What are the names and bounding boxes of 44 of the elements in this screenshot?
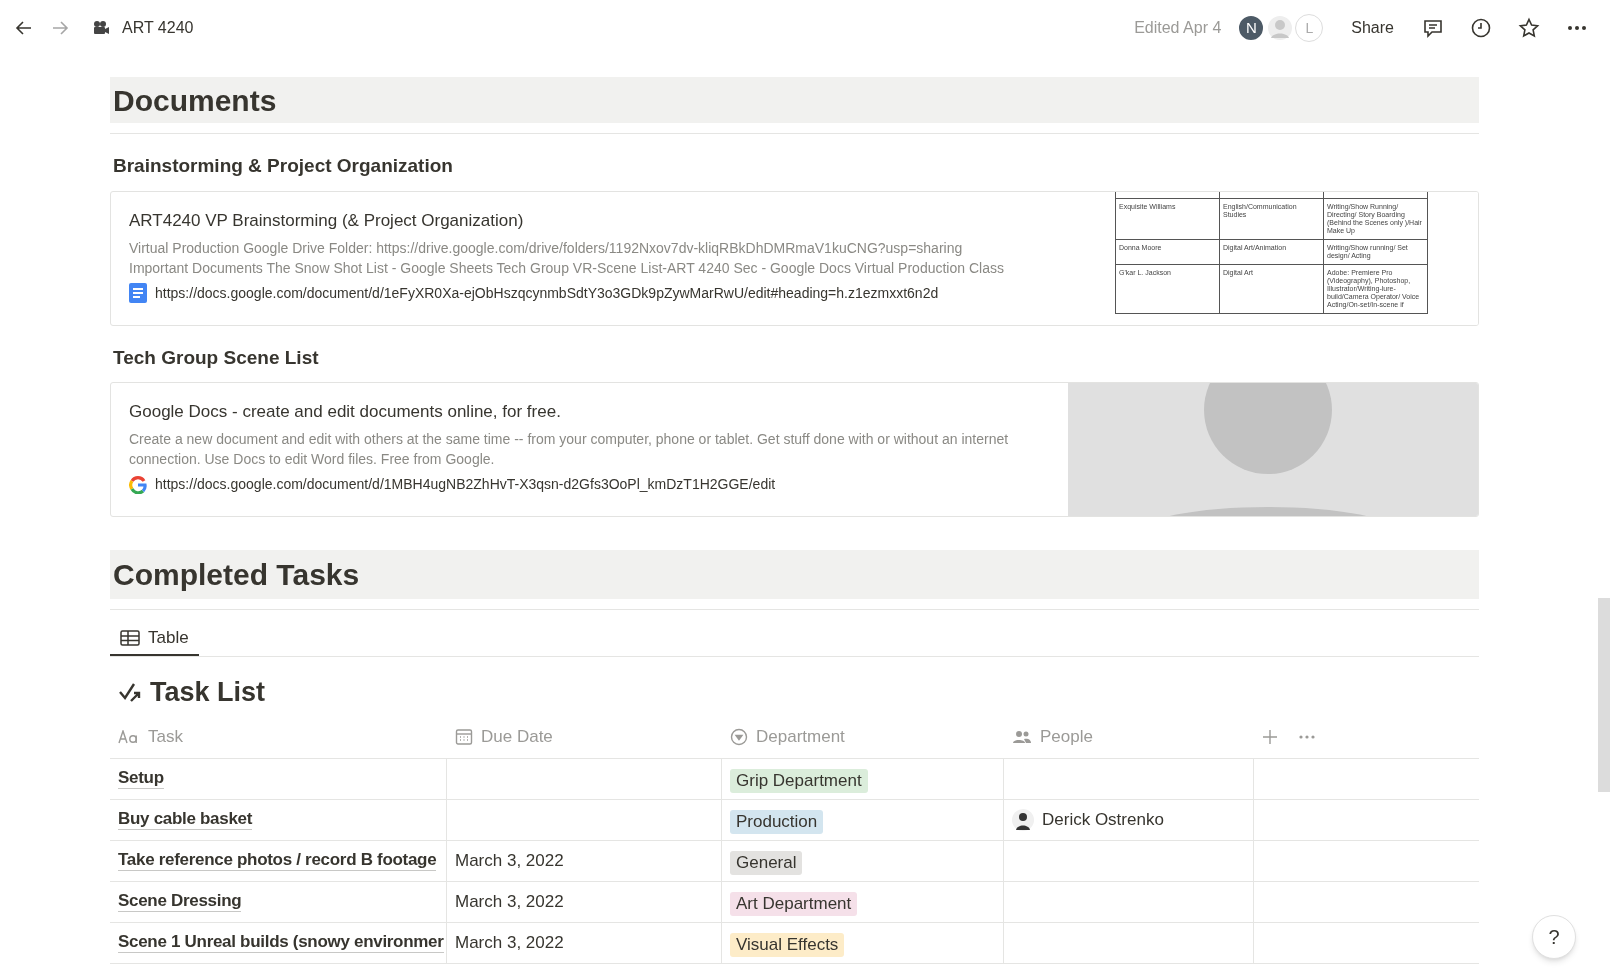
task-title[interactable]: Buy cable basket	[118, 809, 253, 830]
department-tag: Production	[730, 809, 824, 834]
subheading: Brainstorming & Project Organization	[112, 154, 454, 178]
bookmark-description: Create a new document and edit with others at the same time -- from your computer, phone or tablet. Get stuff done with or without an internet connection. Use Docs to edit Word files. Free from Google.	[129, 430, 1010, 469]
person-avatar	[1012, 808, 1034, 831]
database-title: Task List	[150, 676, 266, 709]
help-button[interactable]: ?	[1532, 915, 1576, 959]
bookmark-title: Google Docs - create and edit documents online, for free.	[129, 401, 562, 423]
bookmark-description: Virtual Production Google Drive Folder: https://drive.google.com/drive/folders/1192Nxov7dv-kliqRBkDhDMRmaV1kuCNG?usp=sharing Important Documents The Snow Shot List - Google Sheets Tech Group VR-Scene List-ART 4240 Sec - Google Docs Virtual Production Class	[129, 238, 1005, 278]
page-title[interactable]: ART 4240	[122, 16, 194, 40]
task-title[interactable]: Scene Dressing	[118, 891, 242, 912]
edited-label: Edited Apr 4	[1134, 18, 1222, 38]
people-icon	[1012, 729, 1032, 745]
department-tag: Art Department	[730, 891, 858, 916]
subheading: Tech Group Scene List	[112, 345, 320, 370]
calendar-icon	[455, 728, 473, 746]
google-icon	[129, 475, 147, 494]
person-name: Derick Ostrenko	[1042, 808, 1164, 831]
due-date: March 3, 2022	[455, 931, 564, 954]
task-title[interactable]: Take reference photos / record B footage	[118, 850, 437, 871]
user-avatar[interactable]: N	[1237, 14, 1266, 42]
table-icon	[120, 630, 140, 646]
view-tab[interactable]: Table	[110, 622, 199, 656]
bookmark-title: ART4240 VP Brainstorming (& Project Organization)	[129, 209, 525, 232]
text-icon	[118, 730, 140, 744]
share-button[interactable]: Share	[1347, 16, 1398, 40]
section-heading: Completed Tasks	[110, 550, 1479, 599]
section-heading: Documents	[110, 77, 1479, 123]
bookmark-url[interactable]: https://docs.google.com/document/d/1eFyXR0Xa-ejObHszqcynmbSdtY3o3GDk9pZywMarRwU/edit#heading=h.z1ezmxxt6n2d	[155, 282, 939, 304]
task-title[interactable]: Scene 1 Unreal builds (snowy environmer	[118, 932, 444, 953]
due-date: March 3, 2022	[455, 890, 564, 913]
movie-camera-icon	[92, 20, 110, 36]
due-date: March 3, 2022	[455, 849, 564, 872]
document-icon	[129, 283, 147, 303]
department-tag: Grip Department	[730, 768, 868, 793]
scrollbar-thumb[interactable]	[1598, 598, 1610, 792]
star-icon[interactable]	[1518, 16, 1542, 40]
department-tag: General	[730, 850, 803, 875]
task-title[interactable]: Setup	[118, 768, 164, 789]
checkmark-icon	[118, 681, 142, 704]
bookmark-url[interactable]: https://docs.google.com/document/d/1MBH4ugNB2ZhHvT-X3qsn-d2Gfs3OoPl_kmDzT1H2GGE/edit	[155, 474, 776, 495]
bookmark-card[interactable]	[110, 190, 1479, 326]
department-tag: Visual Effects	[730, 932, 845, 957]
select-icon	[730, 728, 748, 746]
